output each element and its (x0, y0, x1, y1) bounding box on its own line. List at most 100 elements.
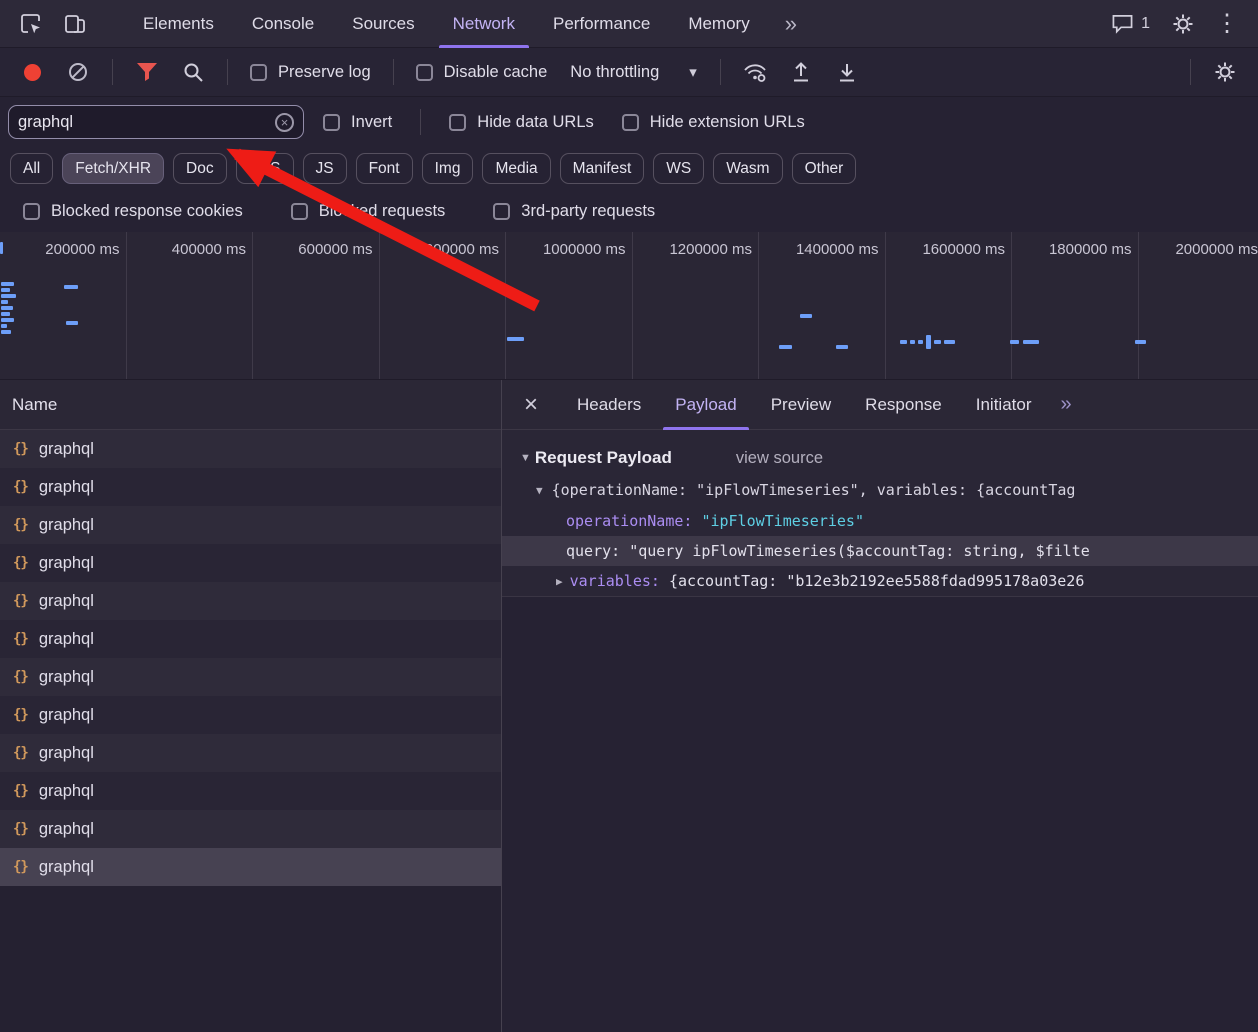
filter-bar: × Invert Hide data URLs Hide extension U… (0, 97, 1258, 147)
more-panels-button[interactable]: » (771, 11, 811, 37)
device-toolbar-icon (64, 13, 86, 35)
third-party-requests-checkbox[interactable]: 3rd-party requests (484, 202, 664, 221)
type-filter-chip[interactable]: CSS (236, 153, 294, 184)
clear-filter-button[interactable]: × (275, 113, 294, 132)
issues-button[interactable]: 1 (1101, 13, 1160, 34)
type-filter-chip[interactable]: Font (356, 153, 413, 184)
request-row[interactable]: {} graphql (0, 696, 501, 734)
main-tab[interactable]: Elements (124, 0, 233, 48)
type-filter-chip[interactable]: All (10, 153, 53, 184)
overview-request-bar (1, 312, 10, 316)
detail-tab[interactable]: Initiator (959, 380, 1049, 430)
type-filter-chip[interactable]: Wasm (713, 153, 782, 184)
inspect-element-button[interactable] (10, 6, 52, 42)
type-filter-chip[interactable]: Doc (173, 153, 227, 184)
request-row[interactable]: {} graphql (0, 772, 501, 810)
disable-cache-checkbox[interactable]: Disable cache (407, 63, 557, 82)
overview-request-bar (934, 340, 941, 344)
payload-query-row[interactable]: query: "query ipFlowTimeseries($accountT… (502, 536, 1258, 566)
request-name: graphql (39, 744, 94, 763)
clear-icon: × (281, 115, 289, 130)
menu-button[interactable]: ⋮ (1206, 6, 1248, 42)
import-har-button[interactable] (780, 54, 822, 90)
type-filter-chip[interactable]: WS (653, 153, 704, 184)
triangle-right-icon: ▶ (556, 575, 563, 588)
type-filter-chip[interactable]: Manifest (560, 153, 645, 184)
blocked-response-cookies-checkbox[interactable]: Blocked response cookies (14, 202, 252, 221)
request-payload-section: ▼ Request Payload view source ▼ {operati… (502, 430, 1258, 597)
device-toolbar-button[interactable] (54, 6, 96, 42)
payload-operation-row[interactable]: operationName: "ipFlowTimeseries" (502, 506, 1258, 536)
overview-request-bar (1023, 340, 1039, 344)
network-search-button[interactable] (172, 54, 214, 90)
filter-toggle-button[interactable] (126, 54, 168, 90)
filter-input[interactable] (18, 113, 269, 132)
payload-variables-row[interactable]: ▶ variables: {accountTag: "b12e3b2192ee5… (502, 566, 1258, 596)
request-row[interactable]: {} graphql (0, 506, 501, 544)
hide-extension-urls-checkbox[interactable]: Hide extension URLs (613, 113, 814, 132)
type-filter-chip[interactable]: Img (422, 153, 474, 184)
request-row[interactable]: {} graphql (0, 734, 501, 772)
overview-request-bar (800, 314, 812, 318)
clear-network-log-button[interactable] (57, 54, 99, 90)
details-tabbar: × HeadersPayloadPreviewResponseInitiator… (502, 380, 1258, 430)
fetch-request-icon: {} (13, 783, 28, 799)
main-tab[interactable]: Network (434, 0, 534, 48)
request-row[interactable]: {} graphql (0, 468, 501, 506)
main-tab[interactable]: Console (233, 0, 333, 48)
hide-data-urls-checkbox[interactable]: Hide data URLs (440, 113, 602, 132)
main-tab[interactable]: Performance (534, 0, 669, 48)
record-button[interactable] (24, 64, 41, 81)
payload-root-row[interactable]: ▼ {operationName: "ipFlowTimeseries", va… (502, 474, 1258, 506)
request-row[interactable]: {} graphql (0, 620, 501, 658)
overview-request-bar (1, 324, 7, 328)
type-filter-chip[interactable]: Fetch/XHR (62, 153, 164, 184)
detail-tab[interactable]: Headers (560, 380, 658, 430)
close-details-button[interactable]: × (510, 384, 552, 426)
checkbox-box (291, 203, 308, 220)
throttling-dropdown[interactable]: No throttling ▾ (560, 63, 707, 82)
type-filter-chip[interactable]: JS (303, 153, 347, 184)
detail-tab[interactable]: Preview (754, 380, 848, 430)
overview-request-bar (944, 340, 955, 344)
kebab-icon: ⋮ (1215, 9, 1239, 38)
network-conditions-button[interactable] (734, 54, 776, 90)
main-tab[interactable]: Sources (333, 0, 433, 48)
gear-icon (1171, 12, 1195, 36)
request-row[interactable]: {} graphql (0, 848, 501, 886)
detail-tabs: HeadersPayloadPreviewResponseInitiator (560, 380, 1048, 430)
request-row[interactable]: {} graphql (0, 582, 501, 620)
payload-value: "query ipFlowTimeseries($accountTag: str… (629, 542, 1090, 560)
request-row[interactable]: {} graphql (0, 658, 501, 696)
name-column-header[interactable]: Name (0, 380, 501, 430)
payload-section-header[interactable]: ▼ Request Payload view source (502, 442, 1258, 474)
settings-button[interactable] (1162, 6, 1204, 42)
invert-checkbox[interactable]: Invert (314, 113, 401, 132)
fetch-request-icon: {} (13, 441, 28, 457)
main-tab[interactable]: Memory (669, 0, 768, 48)
fetch-request-icon: {} (13, 593, 28, 609)
blocked-requests-checkbox[interactable]: Blocked requests (282, 202, 455, 221)
detail-tab[interactable]: Payload (658, 380, 753, 430)
request-row[interactable]: {} graphql (0, 430, 501, 468)
request-row[interactable]: {} graphql (0, 810, 501, 848)
payload-key: operationName: (566, 512, 692, 530)
request-name: graphql (39, 820, 94, 839)
preserve-log-checkbox[interactable]: Preserve log (241, 63, 380, 82)
payload-value: "ipFlowTimeseries" (701, 512, 864, 530)
export-har-button[interactable] (826, 54, 868, 90)
request-name: graphql (39, 858, 94, 877)
view-source-link[interactable]: view source (736, 449, 823, 468)
request-row[interactable]: {} graphql (0, 544, 501, 582)
more-detail-tabs-button[interactable]: » (1048, 393, 1083, 416)
hide-extension-urls-label: Hide extension URLs (650, 113, 805, 132)
network-overview[interactable]: 200000 ms400000 ms600000 ms800000 ms1000… (0, 232, 1258, 380)
type-filter-chip[interactable]: Other (792, 153, 857, 184)
detail-tab[interactable]: Response (848, 380, 959, 430)
network-settings-button[interactable] (1204, 54, 1246, 90)
request-name: graphql (39, 782, 94, 801)
triangle-down-icon: ▼ (536, 484, 543, 497)
type-filter-chip[interactable]: Media (482, 153, 550, 184)
overview-request-bar (1, 330, 11, 334)
requests-list: {} graphql {} graphql {} graphql {} (0, 430, 501, 1032)
